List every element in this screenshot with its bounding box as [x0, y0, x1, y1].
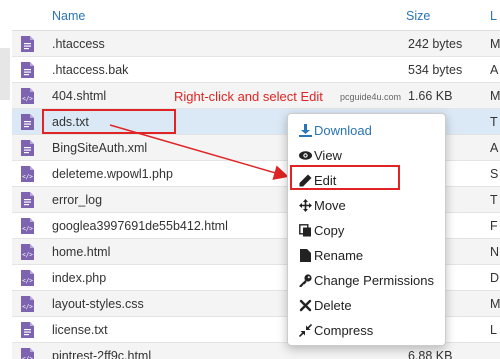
file-type: T [490, 115, 498, 129]
file-name[interactable]: index.php [52, 271, 106, 285]
text-file-icon [21, 140, 34, 156]
menu-item-rename[interactable]: Rename [288, 244, 447, 268]
table-header: Name Size L [12, 0, 500, 31]
context-menu: Download View Edit Move Copy Rename Change Per… [287, 113, 446, 346]
file-type: A [490, 63, 499, 77]
column-header-name[interactable]: Name [52, 9, 85, 23]
file-type: T [490, 193, 498, 207]
svg-text:</>: </> [22, 96, 33, 103]
file-name[interactable]: layout-styles.css [52, 297, 144, 311]
rename-file-icon [299, 249, 312, 262]
svg-text:</>: </> [22, 226, 33, 233]
text-file-icon [21, 62, 34, 78]
text-file-icon [21, 114, 34, 130]
file-name[interactable]: deleteme.wpowl1.php [52, 167, 173, 181]
file-row[interactable]: .htaccess 242 bytes M [12, 31, 500, 57]
move-arrows-icon [299, 199, 312, 212]
file-type: M [490, 89, 500, 103]
download-icon [299, 124, 312, 137]
code-file-icon: </> [21, 296, 34, 312]
watermark: pcguide4u.com [340, 92, 402, 102]
menu-item-copy[interactable]: Copy [288, 219, 447, 243]
svg-text:</>: </> [22, 278, 33, 285]
file-type: L [490, 323, 497, 337]
svg-text:</>: </> [22, 252, 33, 259]
file-row[interactable]: .htaccess.bak 534 bytes A [12, 57, 500, 83]
menu-item-move[interactable]: Move [288, 194, 447, 218]
file-type: S [490, 167, 499, 181]
menu-item-label: Download [314, 123, 372, 138]
code-file-icon: </> [21, 166, 34, 182]
file-name[interactable]: .htaccess [52, 37, 105, 51]
file-name[interactable]: BingSiteAuth.xml [52, 141, 147, 155]
annotation-instruction: Right-click and select Edit [174, 89, 323, 104]
text-file-icon [21, 192, 34, 208]
file-type: A [490, 141, 499, 155]
code-file-icon: </> [21, 88, 34, 104]
file-type: F [490, 219, 498, 233]
file-name[interactable]: home.html [52, 245, 110, 259]
file-name[interactable]: googlea3997691de55b412.html [52, 219, 228, 233]
text-file-icon [21, 36, 34, 52]
menu-item-label: Compress [314, 323, 374, 338]
menu-item-label: Delete [314, 298, 352, 313]
svg-text:</>: </> [22, 356, 33, 359]
file-name[interactable]: license.txt [52, 323, 108, 337]
file-name[interactable]: .htaccess.bak [52, 63, 128, 77]
eye-icon [299, 149, 312, 162]
selected-file-highlight [42, 109, 176, 134]
left-panel-gray-block [0, 48, 10, 100]
file-size: 242 bytes [408, 37, 463, 51]
code-file-icon: </> [21, 244, 34, 260]
menu-item-label: View [314, 148, 342, 163]
menu-item-label: Copy [314, 223, 345, 238]
file-size: 6.88 KB [408, 349, 453, 359]
menu-item-compress[interactable]: Compress [288, 319, 447, 343]
compress-icon [298, 323, 313, 338]
file-name[interactable]: 404.shtml [52, 89, 106, 103]
copy-icon [299, 224, 312, 237]
menu-item-label: Move [314, 198, 346, 213]
column-header-type[interactable]: L [490, 9, 497, 23]
file-type: M [490, 37, 500, 51]
menu-item-change-permissions[interactable]: Change Permissions [288, 269, 447, 293]
file-name[interactable]: pintrest-2ff9c.html [52, 349, 151, 359]
code-file-icon: </> [21, 270, 34, 286]
edit-highlight [290, 165, 400, 190]
file-size: 1.66 KB [408, 89, 453, 103]
file-name[interactable]: error_log [52, 193, 102, 207]
menu-item-label: Rename [314, 248, 364, 263]
file-type: N [490, 245, 500, 259]
text-file-icon [21, 322, 34, 338]
menu-item-download[interactable]: Download [288, 119, 447, 143]
svg-text:</>: </> [22, 304, 33, 311]
menu-item-label: Change Permissions [314, 273, 434, 288]
file-size: 534 bytes [408, 63, 463, 77]
code-file-icon: </> [21, 218, 34, 234]
key-icon [299, 274, 312, 287]
column-header-size[interactable]: Size [406, 9, 430, 23]
code-file-icon: </> [21, 348, 34, 359]
x-icon [299, 299, 312, 312]
menu-item-delete[interactable]: Delete [288, 294, 447, 318]
file-type: D [490, 271, 500, 285]
file-type: M [490, 297, 500, 311]
svg-text:</>: </> [22, 174, 33, 181]
